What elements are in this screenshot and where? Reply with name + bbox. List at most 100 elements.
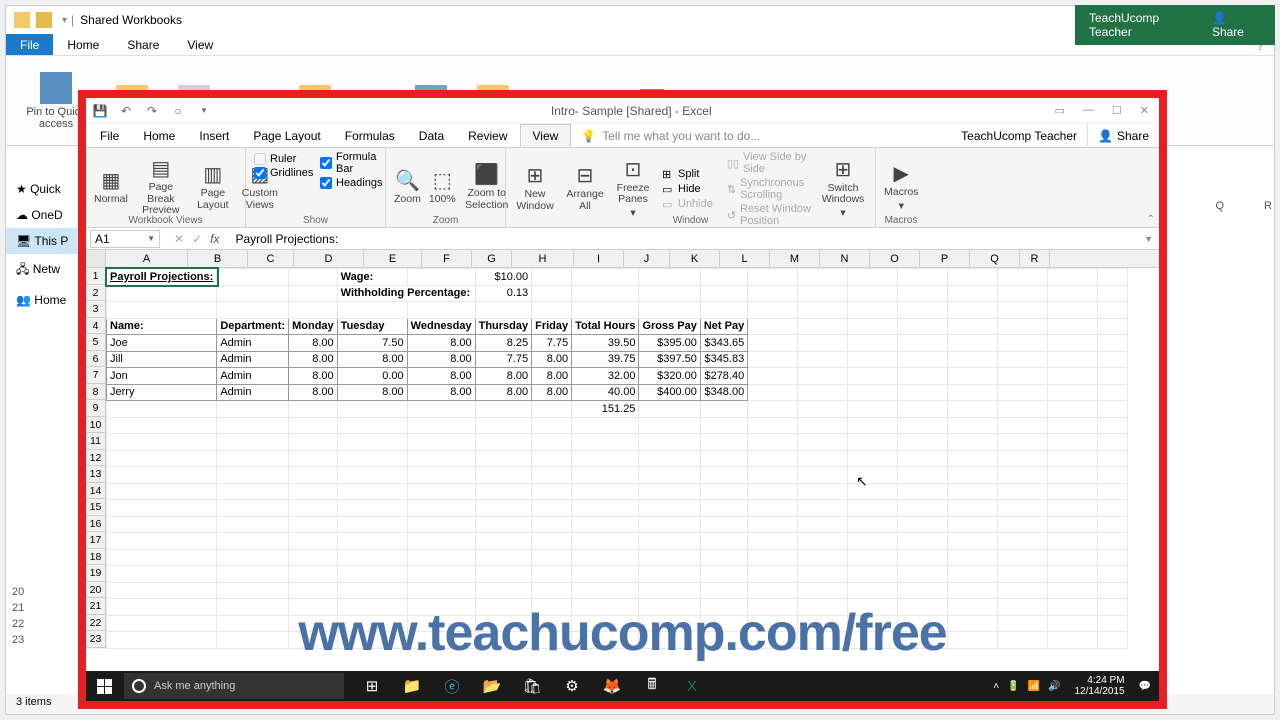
cell[interactable]: Wage: [337, 269, 407, 286]
tab-insert[interactable]: Insert [187, 124, 241, 147]
cell[interactable]: Name: [107, 318, 217, 335]
formula-input[interactable]: Payroll Projections: [229, 232, 1138, 246]
cell[interactable]: Withholding Percentage: [337, 285, 475, 302]
cell[interactable]: Gross Pay [639, 318, 700, 335]
cell[interactable]: 8.00 [289, 335, 338, 352]
folder-icon[interactable]: 📂 [474, 671, 510, 701]
row-header[interactable]: 16 [86, 516, 106, 533]
tellme-input[interactable]: 💡Tell me what you want to do... [571, 124, 951, 147]
cell[interactable]: 8.00 [337, 384, 407, 401]
cell[interactable]: 39.75 [572, 351, 639, 368]
taskbar-clock[interactable]: 4:24 PM 12/14/2015 [1068, 675, 1130, 697]
cell[interactable]: 8.00 [475, 384, 532, 401]
name-box[interactable]: A1▼ [90, 230, 160, 248]
sidebar-item-network[interactable]: 🖧 Netw [6, 254, 86, 287]
excel-taskbar-icon[interactable]: X [674, 671, 710, 701]
cell[interactable]: 7.50 [337, 335, 407, 352]
cell[interactable]: Joe [107, 335, 217, 352]
cell[interactable]: Admin [217, 384, 289, 401]
pagelayout-button[interactable]: ▥Page Layout [190, 150, 236, 225]
cell[interactable]: $343.65 [700, 335, 747, 352]
row-header[interactable]: 9 [86, 400, 106, 417]
cell[interactable]: Thursday [475, 318, 532, 335]
cell[interactable]: $10.00 [475, 269, 532, 286]
cell[interactable]: 8.00 [337, 351, 407, 368]
cell[interactable]: 8.00 [532, 384, 572, 401]
col-header[interactable]: Q [970, 250, 1020, 267]
sidebar-item-onedrive[interactable]: ☁ OneD [6, 202, 86, 228]
col-header[interactable]: F [422, 250, 472, 267]
col-header[interactable]: M [770, 250, 820, 267]
col-header[interactable]: H [512, 250, 574, 267]
redo-icon[interactable]: ↷ [144, 103, 160, 119]
sidebar-item-homegroup[interactable]: 👥 Home [6, 287, 86, 313]
save-icon[interactable]: 💾 [92, 103, 108, 119]
tab-file[interactable]: File [88, 124, 131, 147]
expand-formula-icon[interactable]: ▼ [1138, 234, 1159, 244]
row-header[interactable]: 2 [86, 285, 106, 302]
pagebreak-button[interactable]: ▤Page Break Preview [132, 150, 190, 225]
enter-icon[interactable]: ✓ [192, 232, 202, 246]
tab-home[interactable]: Home [53, 34, 113, 55]
formulabar-checkbox[interactable]: Formula Bar [316, 150, 386, 176]
tab-data[interactable]: Data [407, 124, 456, 147]
zoom-button[interactable]: 🔍Zoom [390, 150, 425, 225]
tab-home[interactable]: Home [131, 124, 187, 147]
notifications-icon[interactable]: 💬 [1139, 681, 1151, 692]
col-header[interactable]: N [820, 250, 870, 267]
close-button[interactable]: ✕ [1140, 104, 1149, 117]
cell[interactable]: 8.25 [475, 335, 532, 352]
cell[interactable]: Tuesday [337, 318, 407, 335]
col-header[interactable]: O [870, 250, 920, 267]
calc-icon[interactable]: 🖩 [634, 671, 670, 701]
collapse-ribbon-icon[interactable]: ⌃ [1147, 214, 1155, 225]
row-header[interactable]: 13 [86, 466, 106, 483]
cell-A1[interactable]: Payroll Projections: [107, 269, 217, 286]
cell[interactable]: 8.00 [407, 335, 475, 352]
cell[interactable]: 0.00 [337, 368, 407, 385]
hide-button[interactable]: ▭Hide [658, 182, 717, 197]
cell[interactable]: 8.00 [407, 351, 475, 368]
row-header[interactable]: 4 [86, 318, 106, 335]
cell[interactable]: Jon [107, 368, 217, 385]
cell[interactable]: 0.13 [475, 285, 532, 302]
explorer-icon[interactable]: 📁 [394, 671, 430, 701]
cell[interactable]: Admin [217, 351, 289, 368]
pin-to-quick-access-button[interactable]: Pin to Quick access [26, 72, 86, 130]
cell[interactable]: Admin [217, 335, 289, 352]
store-icon[interactable]: 🛍 [514, 671, 550, 701]
col-header[interactable]: I [574, 250, 624, 267]
unhide-button[interactable]: ▭Unhide [658, 197, 717, 212]
cell[interactable]: 7.75 [532, 335, 572, 352]
share-button[interactable]: 👤 Share [1212, 11, 1261, 39]
undo-icon[interactable]: ↶ [118, 103, 134, 119]
row-header[interactable]: 8 [86, 384, 106, 401]
cell[interactable]: 8.00 [289, 384, 338, 401]
cell[interactable]: Net Pay [700, 318, 747, 335]
cell[interactable]: Total Hours [572, 318, 639, 335]
col-header[interactable]: C [248, 250, 294, 267]
col-header[interactable]: D [294, 250, 364, 267]
select-all-corner[interactable] [86, 250, 106, 267]
cell[interactable]: $397.50 [639, 351, 700, 368]
sidebar-item-quick[interactable]: ★ Quick [6, 176, 86, 202]
row-header[interactable]: 21 [86, 598, 106, 615]
cell[interactable]: Monday [289, 318, 338, 335]
row-header[interactable]: 18 [86, 549, 106, 566]
task-view-icon[interactable]: ⊞ [354, 671, 390, 701]
row-header[interactable]: 20 [86, 582, 106, 599]
cell[interactable]: 151.25 [572, 401, 639, 418]
col-header[interactable]: R [1020, 250, 1050, 267]
col-header[interactable]: E [364, 250, 422, 267]
tab-formulas[interactable]: Formulas [333, 124, 407, 147]
cell[interactable]: Department: [217, 318, 289, 335]
chevron-down-icon[interactable]: ▼ [147, 234, 155, 243]
sidebar-item-thispc[interactable]: 🖥 This P [6, 228, 86, 254]
tray-up-icon[interactable]: ˄ [993, 681, 999, 692]
col-header[interactable]: B [188, 250, 248, 267]
row-header[interactable]: 10 [86, 417, 106, 434]
tab-file[interactable]: File [6, 34, 53, 55]
row-header[interactable]: 12 [86, 450, 106, 467]
row-header[interactable]: 5 [86, 334, 106, 351]
split-button[interactable]: ⊞Split [658, 167, 717, 182]
